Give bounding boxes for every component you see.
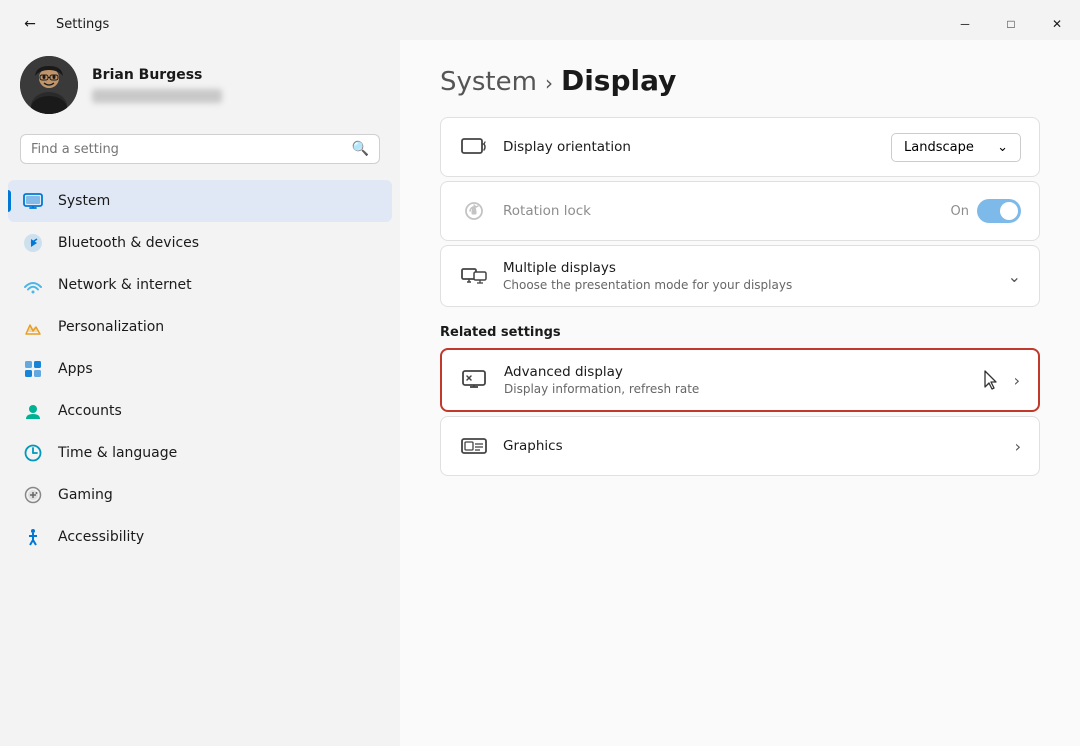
- rotation-lock-icon: [459, 196, 489, 226]
- settings-area: Display orientation Landscape ⌄: [400, 117, 1080, 510]
- advanced-display-sublabel: Display information, refresh rate: [504, 382, 968, 396]
- accounts-icon: [22, 400, 44, 422]
- chevron-right-icon: ›: [1015, 437, 1021, 456]
- cursor-icon: [982, 369, 998, 391]
- multiple-displays-control: ⌄: [1008, 267, 1021, 286]
- advanced-display-control: ›: [982, 369, 1020, 391]
- breadcrumb-parent: System: [440, 67, 537, 97]
- close-button[interactable]: ✕: [1034, 8, 1080, 40]
- rotation-lock-text: Rotation lock: [503, 203, 937, 219]
- graphics-card: Graphics ›: [440, 416, 1040, 476]
- personalization-icon: [22, 316, 44, 338]
- multiple-displays-row[interactable]: Multiple displays Choose the presentatio…: [441, 246, 1039, 306]
- sidebar-item-network-label: Network & internet: [58, 277, 192, 293]
- display-orientation-row[interactable]: Display orientation Landscape ⌄: [441, 118, 1039, 176]
- sidebar-item-time[interactable]: Time & language: [8, 432, 392, 474]
- graphics-label: Graphics: [503, 438, 1001, 454]
- sidebar-item-bluetooth[interactable]: Bluetooth & devices: [8, 222, 392, 264]
- user-info: Brian Burgess: [92, 67, 222, 103]
- graphics-text: Graphics: [503, 438, 1001, 454]
- sidebar-item-personalization-label: Personalization: [58, 319, 164, 335]
- sidebar-item-apps-label: Apps: [58, 361, 93, 377]
- maximize-button[interactable]: □: [988, 8, 1034, 40]
- rotation-lock-row: Rotation lock On: [441, 182, 1039, 240]
- search-box: 🔍: [20, 134, 380, 164]
- nav-list: System Bluetooth & devices: [0, 180, 400, 558]
- display-orientation-control: Landscape ⌄: [891, 133, 1021, 162]
- gaming-icon: [22, 484, 44, 506]
- sidebar-item-network[interactable]: Network & internet: [8, 264, 392, 306]
- rotation-lock-control: On: [951, 199, 1021, 223]
- bluetooth-icon: [22, 232, 44, 254]
- search-icon: 🔍: [352, 141, 369, 157]
- advanced-display-row[interactable]: Advanced display Display information, re…: [442, 350, 1038, 410]
- time-icon: [22, 442, 44, 464]
- app-title: Settings: [56, 17, 109, 32]
- sidebar-item-accessibility[interactable]: Accessibility: [8, 516, 392, 558]
- user-section: Brian Burgess: [0, 40, 400, 134]
- system-icon: [22, 190, 44, 212]
- sidebar-item-accounts[interactable]: Accounts: [8, 390, 392, 432]
- graphics-control: ›: [1015, 437, 1021, 456]
- related-settings-label: Related settings: [440, 325, 1040, 340]
- sidebar-item-time-label: Time & language: [58, 445, 177, 461]
- sidebar-item-accounts-label: Accounts: [58, 403, 122, 419]
- rotation-lock-card: Rotation lock On: [440, 181, 1040, 241]
- sidebar-item-accessibility-label: Accessibility: [58, 529, 144, 545]
- titlebar-left: ← Settings: [0, 8, 109, 40]
- apps-icon: [22, 358, 44, 380]
- rotation-lock-toggle: [977, 199, 1021, 223]
- avatar: [20, 56, 78, 114]
- advanced-display-icon: [460, 365, 490, 395]
- chevron-right-icon: ›: [1014, 371, 1020, 390]
- window-controls: ─ □ ✕: [942, 8, 1080, 40]
- content-area: System › Display Displ: [400, 40, 1080, 746]
- rotation-lock-value: On: [951, 204, 969, 219]
- multiple-displays-sublabel: Choose the presentation mode for your di…: [503, 278, 994, 292]
- display-orientation-icon: [459, 132, 489, 162]
- display-orientation-label: Display orientation: [503, 139, 877, 155]
- page-header: System › Display: [400, 40, 1080, 117]
- graphics-row[interactable]: Graphics ›: [441, 417, 1039, 475]
- user-name: Brian Burgess: [92, 67, 222, 83]
- app-body: Brian Burgess 🔍: [0, 40, 1080, 746]
- sidebar-item-gaming-label: Gaming: [58, 487, 113, 503]
- network-icon: [22, 274, 44, 296]
- search-input[interactable]: [31, 142, 344, 157]
- sidebar-item-system[interactable]: System: [8, 180, 392, 222]
- sidebar-item-bluetooth-label: Bluetooth & devices: [58, 235, 199, 251]
- multiple-displays-card: Multiple displays Choose the presentatio…: [440, 245, 1040, 307]
- advanced-display-card: Advanced display Display information, re…: [440, 348, 1040, 412]
- graphics-icon: [459, 431, 489, 461]
- sidebar-item-personalization[interactable]: Personalization: [8, 306, 392, 348]
- chevron-down-icon: ⌄: [1008, 267, 1021, 286]
- toggle-knob: [1000, 202, 1018, 220]
- sidebar-item-gaming[interactable]: Gaming: [8, 474, 392, 516]
- breadcrumb-separator: ›: [545, 71, 553, 95]
- orientation-dropdown[interactable]: Landscape ⌄: [891, 133, 1021, 162]
- chevron-down-icon: ⌄: [997, 140, 1008, 155]
- advanced-display-text: Advanced display Display information, re…: [504, 364, 968, 396]
- user-account-blurred: [92, 89, 222, 103]
- multiple-displays-text: Multiple displays Choose the presentatio…: [503, 260, 994, 292]
- multiple-displays-icon: [459, 261, 489, 291]
- search-container: 🔍: [0, 134, 400, 180]
- minimize-button[interactable]: ─: [942, 8, 988, 40]
- sidebar-item-system-label: System: [58, 193, 110, 209]
- back-button[interactable]: ←: [14, 8, 46, 40]
- rotation-lock-label: Rotation lock: [503, 203, 937, 219]
- display-orientation-text: Display orientation: [503, 139, 877, 155]
- display-orientation-card: Display orientation Landscape ⌄: [440, 117, 1040, 177]
- page-title: Display: [561, 64, 676, 97]
- multiple-displays-label: Multiple displays: [503, 260, 994, 276]
- sidebar-item-apps[interactable]: Apps: [8, 348, 392, 390]
- sidebar: Brian Burgess 🔍: [0, 40, 400, 746]
- advanced-display-label: Advanced display: [504, 364, 968, 380]
- titlebar: ← Settings ─ □ ✕: [0, 0, 1080, 40]
- accessibility-icon: [22, 526, 44, 548]
